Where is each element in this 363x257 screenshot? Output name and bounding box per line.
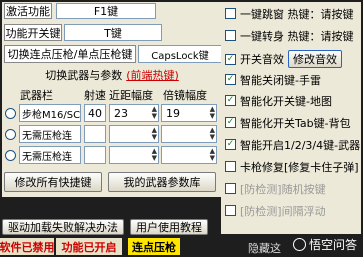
user-manual-button[interactable]: 用户使用教程: [130, 219, 208, 235]
stepper-arrows-icon[interactable]: ▲ ▼: [152, 127, 158, 141]
weapon-row-3-multi-stepper[interactable]: ▲ ▼: [161, 146, 217, 164]
right-item-6-label: 智能化开关Tab键-背包: [240, 116, 351, 130]
toggle-press-mode-label: 切换连点压枪/单点压枪键: [4, 45, 136, 63]
weapon-row-2-radio[interactable]: [5, 129, 16, 140]
right-item-2-label: 一键转身 热键：请按键: [240, 29, 354, 43]
right-item-5-label: 智能化开关键-地图: [240, 94, 332, 108]
checkbox-checked[interactable]: ✓: [225, 95, 236, 106]
function-switch-label: 功能开关键: [4, 24, 62, 41]
right-item-9-label: [防检测]随机按键: [240, 182, 326, 196]
stepper-arrows-icon[interactable]: ▲ ▼: [210, 106, 216, 120]
weapon-row-3-speed[interactable]: [84, 146, 106, 164]
checkbox-checked[interactable]: ✓: [225, 117, 236, 128]
right-item-8[interactable]: 卡枪修复[修复卡住子弹]: [225, 158, 361, 175]
weapon-row-1-multi-stepper[interactable]: 19 ▲ ▼: [161, 104, 217, 122]
weapon-row-2-speed[interactable]: [84, 125, 106, 143]
weapon-row-1-radio[interactable]: [5, 108, 16, 119]
weapon-row-1-near-value: 23: [114, 106, 128, 120]
right-item-5[interactable]: ✓ 智能化开关键-地图: [225, 92, 361, 109]
weapon-row-3-near-stepper[interactable]: ▲ ▼: [109, 146, 159, 164]
weapon-row-3-radio[interactable]: [5, 150, 16, 161]
checkbox-checked[interactable]: ✓: [225, 53, 236, 65]
weapon-param-title: 切换武器与参数: [45, 69, 123, 82]
weapon-row-1-multi-value: 19: [166, 106, 180, 120]
stepper-arrows-icon[interactable]: ▲ ▼: [210, 127, 216, 141]
col-speed-header: 射速: [84, 89, 106, 102]
right-item-7[interactable]: ✓ 智能开启1/2/3/4键-武器: [225, 136, 361, 153]
activate-function-label: 激活功能: [4, 3, 52, 19]
right-item-2[interactable]: 一键转身 热键：请按键: [225, 27, 361, 44]
weapon-row-2-name[interactable]: 无需压枪连: [19, 125, 81, 143]
watermark-text: 悟空问答: [309, 238, 358, 252]
right-item-9[interactable]: [防检测]随机按键: [225, 180, 361, 197]
activate-function-key-field[interactable]: F1键: [56, 3, 156, 19]
weapon-param-heading: 切换武器与参数 (前端热键): [4, 67, 220, 83]
right-item-4[interactable]: ✓ 智能关闭键-手雷: [225, 71, 361, 88]
checkbox[interactable]: [225, 183, 236, 194]
status-rapid-press: 连点压枪: [128, 238, 180, 255]
weapon-row-2-multi-stepper[interactable]: ▲ ▼: [161, 125, 217, 143]
checkbox[interactable]: [225, 8, 236, 19]
right-item-6[interactable]: ✓ 智能化开关Tab键-背包: [225, 114, 361, 131]
right-item-1-label: 一键跳窗 热键：请按键: [240, 7, 354, 21]
checkbox[interactable]: [225, 30, 236, 41]
right-item-3[interactable]: ✓ 开关音效 修改音效: [225, 50, 361, 68]
settings-panel-right: 一键跳窗 热键：请按键 一键转身 热键：请按键 ✓ 开关音效 修改音效 ✓ 智能…: [221, 2, 361, 234]
col-weapon-header: 武器栏: [20, 89, 53, 102]
weapon-row-2-near-stepper[interactable]: ▲ ▼: [109, 125, 159, 143]
right-item-1[interactable]: 一键跳窗 热键：请按键: [225, 5, 361, 22]
checkbox-checked[interactable]: ✓: [225, 74, 236, 85]
watermark: 悟空问答: [293, 236, 357, 253]
col-near-header: 近距幅度: [109, 89, 153, 102]
checkbox-checked[interactable]: ✓: [225, 139, 236, 150]
weapon-table-header: 武器栏 射速 近距幅度 倍镜幅度: [4, 86, 221, 102]
toggle-press-mode-key-field[interactable]: CapsLock键: [138, 45, 222, 63]
checkbox[interactable]: [225, 161, 236, 172]
status-function-enabled: 功能已开启: [56, 238, 122, 255]
weapon-param-hotkey-link[interactable]: (前端热键): [126, 67, 179, 83]
function-switch-key-field[interactable]: T键: [64, 24, 162, 41]
my-weapon-params-button[interactable]: 我的武器参数库: [108, 172, 216, 192]
edit-all-hotkeys-button[interactable]: 修改所有快捷键: [4, 172, 102, 192]
edit-sound-button[interactable]: 修改音效: [288, 50, 342, 68]
stepper-arrows-icon[interactable]: ▲ ▼: [210, 148, 216, 162]
stepper-arrows-icon[interactable]: ▲ ▼: [152, 106, 158, 120]
weapon-row-1-speed[interactable]: 40: [84, 104, 106, 122]
right-item-7-label: 智能开启1/2/3/4键-武器: [240, 138, 361, 152]
driver-fail-help-button[interactable]: 驱动加载失败解决办法: [2, 219, 124, 235]
checkbox[interactable]: [225, 205, 236, 216]
right-item-10-label: [防检测]间隔浮动: [240, 204, 326, 218]
weapon-row-1-near-stepper[interactable]: 23 ▲ ▼: [109, 104, 159, 122]
hide-window-link[interactable]: 隐藏这: [248, 240, 281, 256]
weapon-row-1-name[interactable]: 步枪M16/SC: [19, 104, 81, 122]
right-item-3-label: 开关音效: [240, 53, 284, 66]
weapon-row-3-name[interactable]: 无需压枪连: [19, 146, 81, 164]
right-item-8-label: 卡枪修复[修复卡住子弹]: [240, 160, 359, 174]
right-item-4-label: 智能关闭键-手雷: [240, 73, 321, 87]
right-item-10[interactable]: [防检测]间隔浮动: [225, 202, 361, 219]
stepper-arrows-icon[interactable]: ▲ ▼: [152, 148, 158, 162]
col-multi-header: 倍镜幅度: [163, 89, 207, 102]
speech-bubble-icon: [293, 238, 306, 251]
status-software-disabled: 软件已禁用: [0, 238, 55, 255]
